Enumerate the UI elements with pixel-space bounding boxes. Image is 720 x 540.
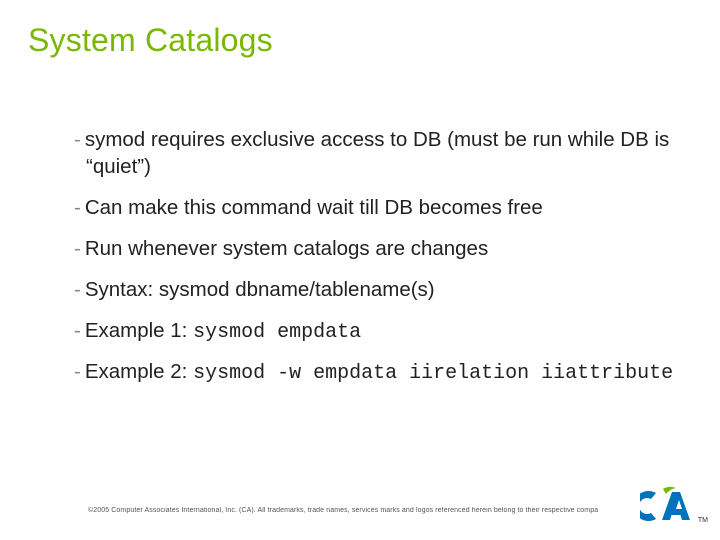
bullet-dash: - (74, 128, 81, 151)
list-item: -Example 2: sysmod -w empdata iirelation… (68, 358, 680, 387)
bullet-list: -symod requires exclusive access to DB (… (28, 126, 680, 400)
list-item: -Example 1: sysmod empdata (68, 317, 680, 346)
bullet-text: Can make this command wait till DB becom… (85, 196, 543, 219)
bullet-text: Run whenever system catalogs are changes (85, 237, 488, 260)
bullet-text: Example 1: (85, 319, 193, 342)
bullet-dash: - (74, 360, 81, 383)
copyright-footer: ©2005 Computer Associates International,… (88, 507, 598, 514)
list-item: -Can make this command wait till DB beco… (68, 194, 680, 223)
slide: System Catalogs -symod requires exclusiv… (0, 0, 720, 540)
trademark-label: TM (698, 517, 708, 524)
bullet-dash: - (74, 196, 81, 219)
list-item: -symod requires exclusive access to DB (… (68, 126, 680, 183)
page-title: System Catalogs (28, 22, 273, 59)
list-item: -Syntax: sysmod dbname/tablename(s) (68, 276, 680, 305)
bullet-code: sysmod -w empdata iirelation iiattribute (193, 362, 673, 385)
bullet-text: Example 2: (85, 360, 193, 383)
bullet-dash: - (74, 237, 81, 260)
bullet-text: Syntax: sysmod dbname/tablename(s) (85, 278, 435, 301)
bullet-dash: - (74, 319, 81, 342)
ca-logo-icon (640, 486, 698, 526)
bullet-text: symod requires exclusive access to DB (m… (85, 128, 669, 179)
bullet-dash: - (74, 278, 81, 301)
list-item: -Run whenever system catalogs are change… (68, 235, 680, 264)
bullet-code: sysmod empdata (193, 321, 361, 344)
